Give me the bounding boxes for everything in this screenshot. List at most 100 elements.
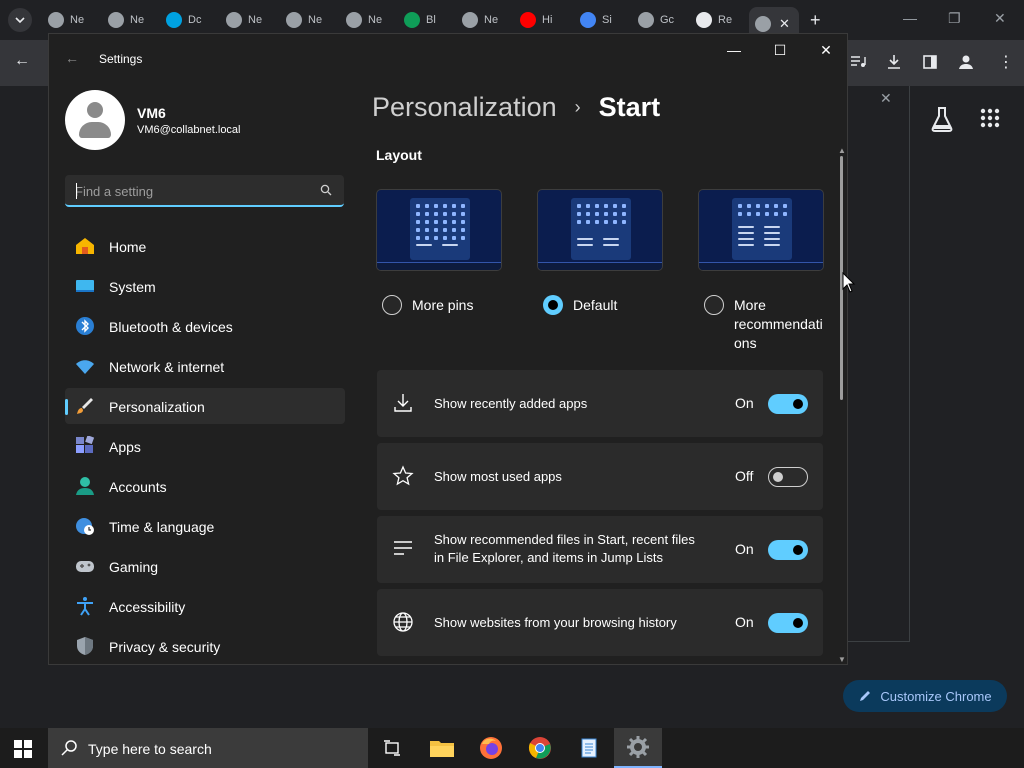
windows-start-icon[interactable] <box>14 740 32 758</box>
browser-tab[interactable]: Bl <box>398 7 440 33</box>
close-icon[interactable]: ✕ <box>994 10 1006 27</box>
tab-title: Dc <box>188 14 202 26</box>
sidebar-item-label: Accounts <box>109 479 167 495</box>
toggle-switch[interactable] <box>768 540 808 560</box>
tab-title: Bl <box>426 14 436 26</box>
sidebar-item-bluetooth-devices[interactable]: Bluetooth & devices <box>65 308 345 344</box>
radio-button[interactable] <box>704 295 724 315</box>
scroll-down-icon[interactable]: ▼ <box>838 655 846 664</box>
breadcrumb-parent[interactable]: Personalization <box>372 92 557 123</box>
home-icon <box>76 238 94 254</box>
browser-tab[interactable]: Dc <box>160 7 202 33</box>
scroll-up-icon[interactable]: ▲ <box>838 146 846 155</box>
tab-title: Ne <box>308 14 322 26</box>
toggle-state-label: Off <box>735 468 754 484</box>
google-apps-icon[interactable] <box>980 108 1000 128</box>
maximize-icon[interactable]: ☐ <box>765 42 795 59</box>
close-tab-icon[interactable]: ✕ <box>779 16 790 32</box>
scrollbar[interactable]: ▲ ▼ <box>838 146 846 664</box>
browser-tab[interactable]: Ne <box>42 7 84 33</box>
back-arrow-icon[interactable]: ← <box>65 50 79 66</box>
browser-tab[interactable]: Ne <box>102 7 144 33</box>
tab-title: Ne <box>484 14 498 26</box>
layout-preview-card[interactable] <box>537 189 663 271</box>
sidebar-item-home[interactable]: Home <box>65 228 345 264</box>
desktop: Ne Ne Dc Ne Ne Ne Bl Ne Hi Si Gc Re ✕ + — ❐ ✕ ← ⋮ ✕ … <box>0 0 1024 768</box>
tab-title: Ne <box>70 14 84 26</box>
browser-tab[interactable]: Ne <box>340 7 382 33</box>
sidebar-item-apps[interactable]: Apps <box>65 428 345 464</box>
layout-radio[interactable]: More recommendati ons <box>704 295 823 353</box>
new-tab-button[interactable]: + <box>810 10 821 31</box>
taskbar-search-box[interactable]: Type here to search <box>48 728 368 768</box>
sidebar-item-label: Home <box>109 239 147 255</box>
browser-tab[interactable]: Ne <box>280 7 322 33</box>
sidebar-item-accessibility[interactable]: Accessibility <box>65 588 345 624</box>
setting-label: Show most used apps <box>434 469 562 484</box>
toggle-switch[interactable] <box>768 613 808 633</box>
notepad-icon <box>581 738 597 758</box>
radio-button[interactable] <box>382 295 402 315</box>
layout-preview-card[interactable] <box>376 189 502 271</box>
setting-label: Show recommended files in Start, recent … <box>434 531 695 567</box>
browser-tab[interactable]: Ne <box>220 7 262 33</box>
apps-icon <box>76 436 95 453</box>
toggle-switch[interactable] <box>768 394 808 414</box>
pencil-icon <box>860 691 871 701</box>
layout-radio[interactable]: More pins <box>382 295 473 315</box>
chrome-icon <box>462 12 478 28</box>
page-title: Start <box>598 92 661 122</box>
setting-label: Show recently added apps <box>434 396 588 411</box>
browser-tab[interactable]: Ne <box>456 7 498 33</box>
brush-icon <box>77 398 93 414</box>
search-icon[interactable] <box>320 184 332 196</box>
search-field[interactable] <box>65 175 344 207</box>
download-icon[interactable] <box>886 54 902 70</box>
sidebar-item-personalization[interactable]: Personalization <box>65 388 345 424</box>
sidebar-item-time-language[interactable]: Time & language <box>65 508 345 544</box>
avatar[interactable] <box>65 90 125 150</box>
profile-icon[interactable] <box>956 52 976 72</box>
setting-row: Show recommended files in Start, recent … <box>377 516 823 583</box>
chrome-button[interactable] <box>516 728 564 768</box>
layout-preview-card[interactable] <box>698 189 824 271</box>
labs-icon[interactable] <box>930 106 954 132</box>
sidebar-item-label: System <box>109 279 156 295</box>
file-explorer-button[interactable] <box>418 728 466 768</box>
firefox-button[interactable] <box>467 728 515 768</box>
sidebar-item-network-internet[interactable]: Network & internet <box>65 348 345 384</box>
tab-search-button[interactable] <box>8 8 32 32</box>
sidebar-item-system[interactable]: System <box>65 268 345 304</box>
tab-title: Ne <box>248 14 262 26</box>
settings-taskbar-button[interactable] <box>614 728 662 768</box>
customize-chrome-button[interactable]: Customize Chrome <box>843 680 1007 712</box>
browser-tab[interactable]: Re <box>690 7 732 33</box>
sidebar-item-privacy-security[interactable]: Privacy & security <box>65 628 345 664</box>
browser-tab[interactable]: Hi <box>514 7 556 33</box>
browser-tab[interactable]: Gc <box>632 7 674 33</box>
toggle-switch[interactable] <box>768 467 808 487</box>
sidebar-item-label: Privacy & security <box>109 639 221 655</box>
tab-title: Gc <box>660 14 674 26</box>
restore-icon[interactable]: ❐ <box>948 10 961 27</box>
minimize-icon[interactable]: — <box>903 10 917 26</box>
radio-button[interactable] <box>543 295 563 315</box>
sidebar-item-gaming[interactable]: Gaming <box>65 548 345 584</box>
sidebar-item-accounts[interactable]: Accounts <box>65 468 345 504</box>
close-icon[interactable]: ✕ <box>811 42 841 59</box>
side-panel-icon[interactable] <box>922 54 938 70</box>
close-panel-icon[interactable]: ✕ <box>880 90 892 107</box>
minimize-icon[interactable]: — <box>719 42 749 58</box>
browser-tab[interactable]: Si <box>574 7 616 33</box>
task-view-button[interactable] <box>368 728 416 768</box>
search-input[interactable] <box>75 181 305 201</box>
media-queue-icon[interactable] <box>850 54 866 70</box>
setting-row: Show websites from your browsing history… <box>377 589 823 656</box>
chrome-icon <box>638 12 654 28</box>
notepad-button[interactable] <box>565 728 613 768</box>
layout-section-title: Layout <box>376 147 422 163</box>
back-icon[interactable]: ← <box>14 52 30 70</box>
more-menu-icon[interactable]: ⋮ <box>998 52 1014 72</box>
layout-radio[interactable]: Default <box>543 295 617 315</box>
chrome-side-panel <box>848 86 910 642</box>
